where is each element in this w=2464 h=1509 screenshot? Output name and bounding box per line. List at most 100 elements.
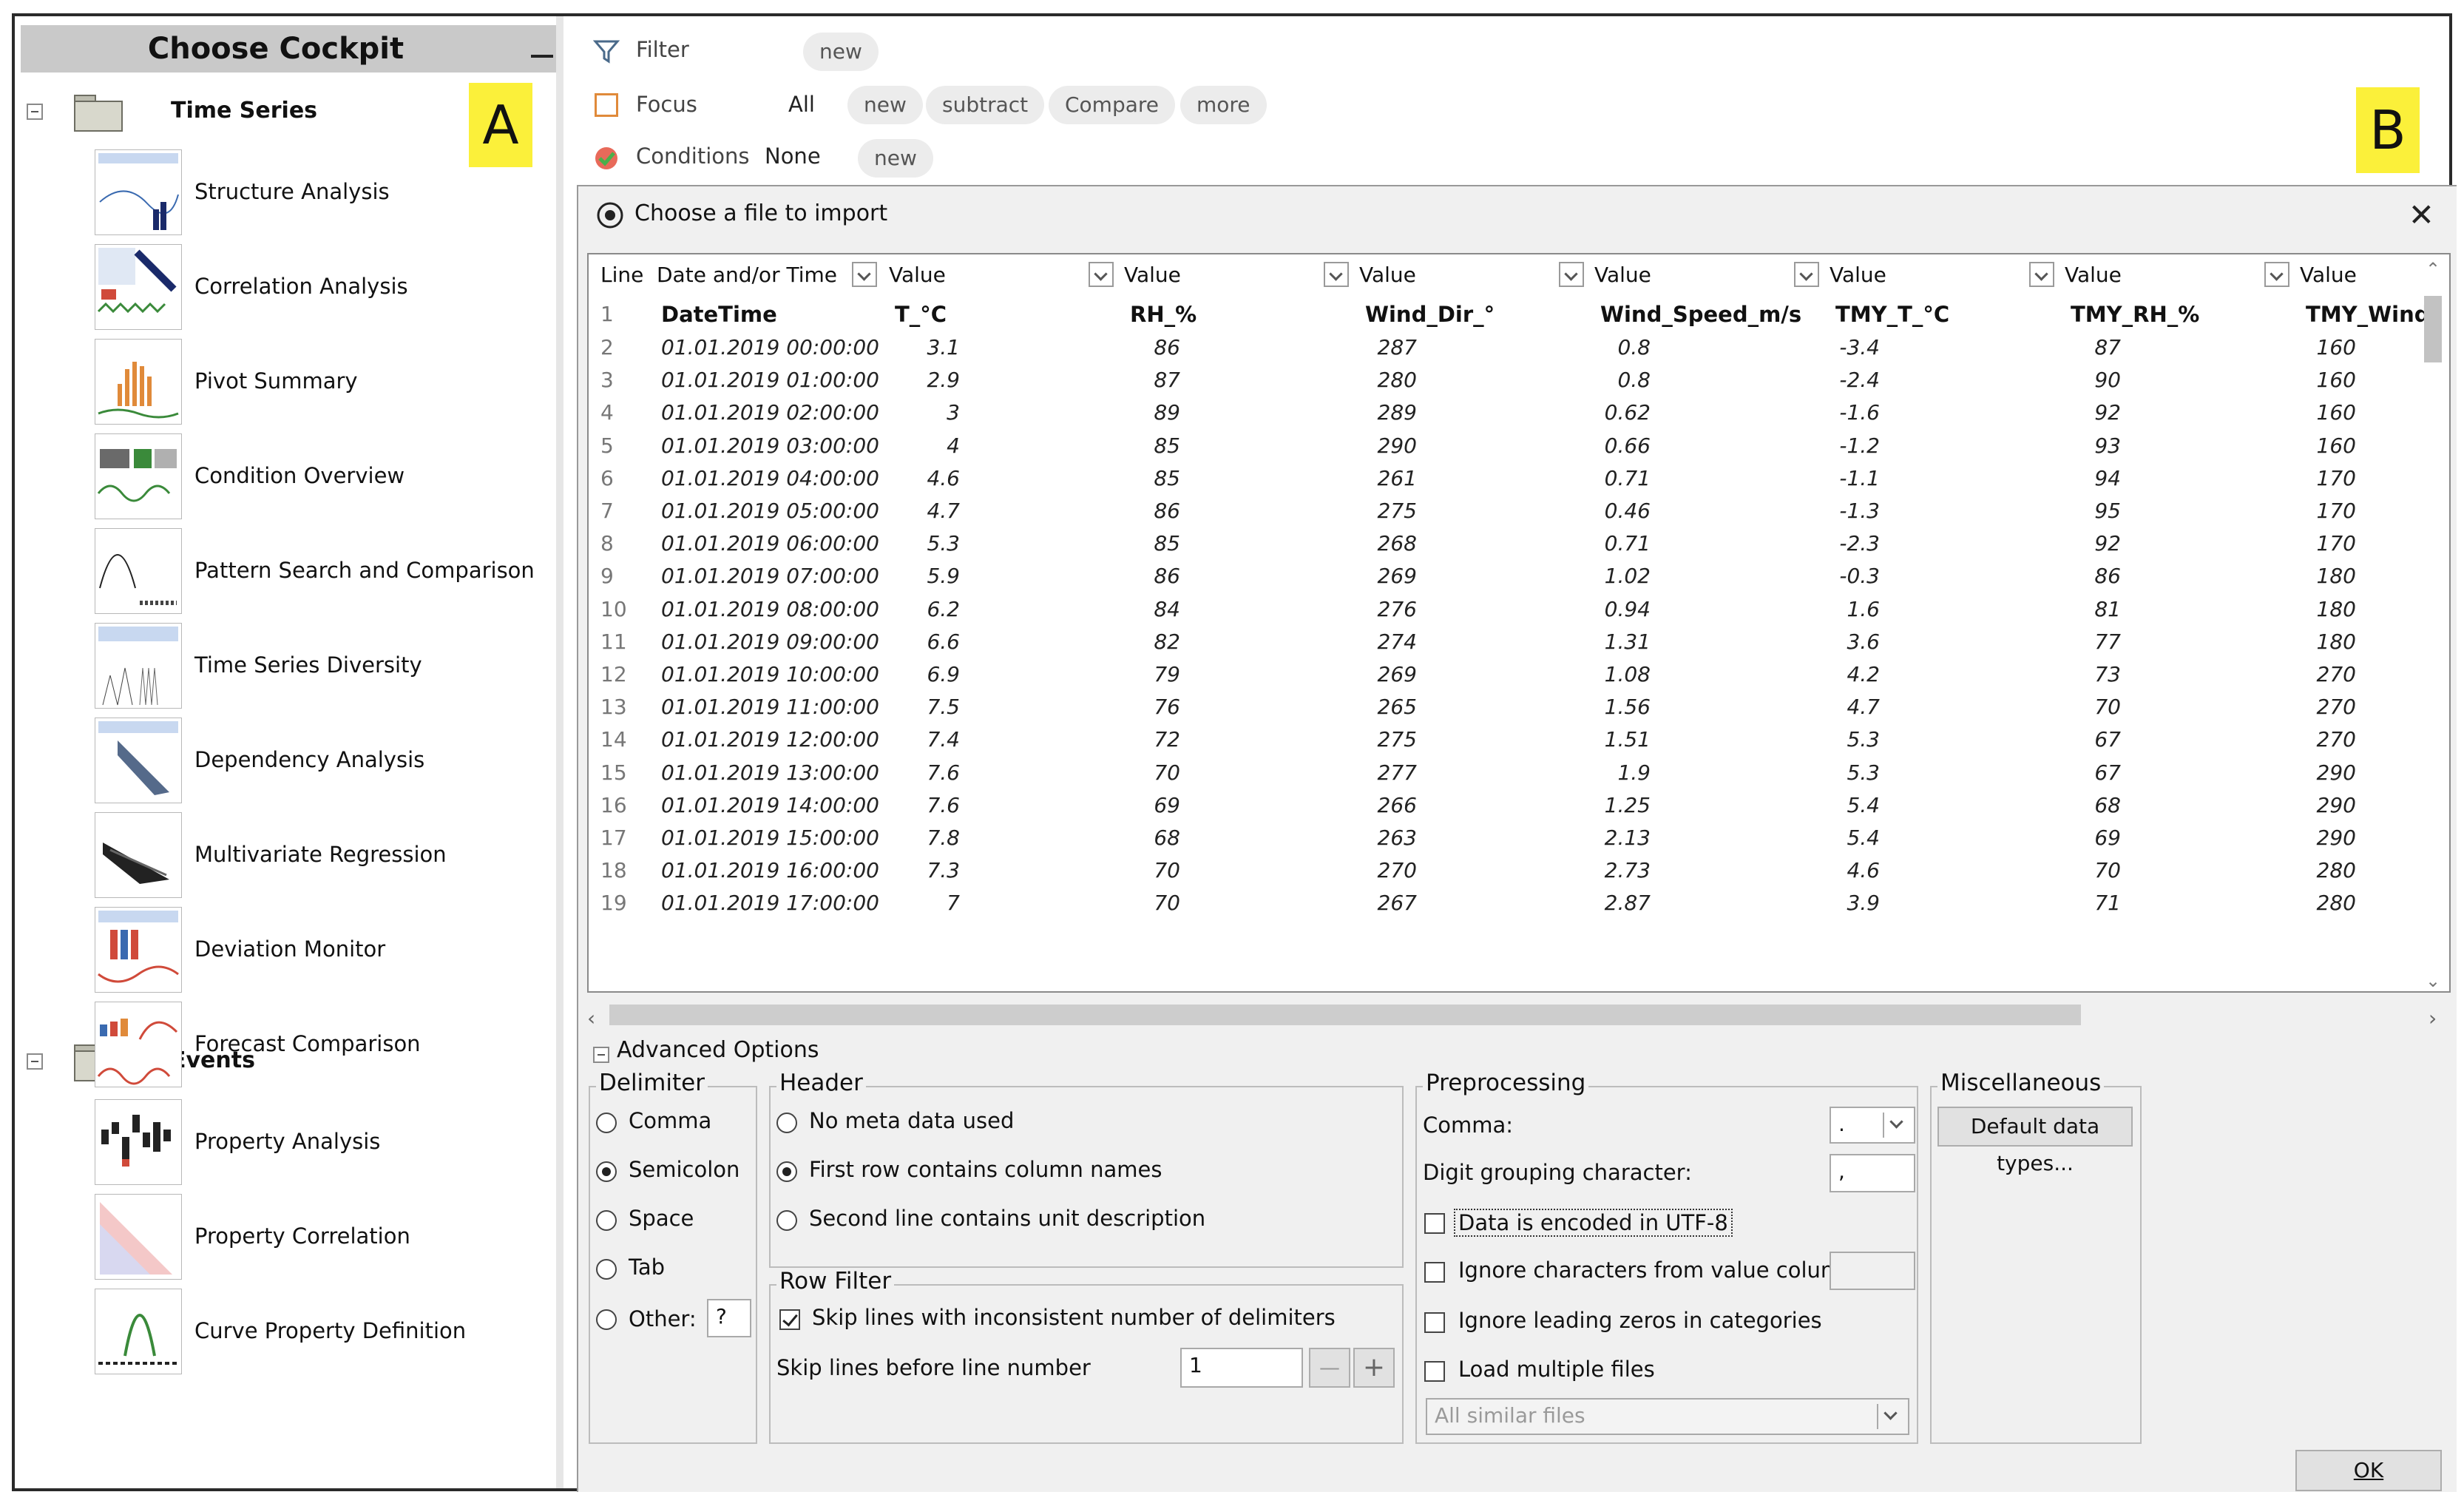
column-type-dropdown[interactable] [1794,262,1819,287]
advanced-options-toggle[interactable] [593,1047,609,1063]
value-cell[interactable]: 71 [1973,887,2121,921]
checkbox-ignore-zeros[interactable] [1424,1312,1445,1333]
column-name-cell[interactable]: TMY_T_°C [1835,297,1949,331]
value-cell[interactable]: 5.3 [812,527,960,561]
column-name-cell[interactable]: Wind_Dir_° [1365,297,1495,331]
value-cell[interactable]: 94 [1973,462,2121,496]
value-cell[interactable]: 1.9 [1503,757,1651,791]
focus-new-button[interactable]: new [847,86,923,124]
radio-comma[interactable] [596,1113,617,1133]
value-cell[interactable]: 95 [1973,495,2121,529]
value-cell[interactable]: 85 [1032,430,1180,464]
increment-button[interactable]: + [1353,1348,1395,1388]
value-cell[interactable]: 3 [812,396,960,431]
value-cell[interactable]: 70 [1032,887,1180,921]
value-cell[interactable]: 6.6 [812,626,960,660]
radio-first-row-names[interactable] [776,1161,797,1182]
checkbox-utf8[interactable] [1424,1213,1445,1234]
value-cell[interactable]: 276 [1269,593,1417,627]
value-cell[interactable]: -0.3 [1732,560,1880,594]
value-cell[interactable]: 5.4 [1732,789,1880,823]
cockpit-thumbnail[interactable] [95,149,182,235]
value-cell[interactable]: 1.56 [1503,691,1651,725]
cockpit-item-label[interactable]: Property Correlation [194,1223,410,1249]
column-name-cell[interactable]: TMY_Wind [2306,297,2429,331]
value-cell[interactable]: 68 [1032,822,1180,856]
value-cell[interactable]: 263 [1269,822,1417,856]
cockpit-item-label[interactable]: Structure Analysis [194,179,390,204]
value-cell[interactable]: 82 [1032,626,1180,660]
cockpit-item-label[interactable]: Dependency Analysis [194,747,424,772]
value-cell[interactable]: 5.3 [1732,723,1880,757]
column-type-dropdown[interactable] [2029,262,2054,287]
cockpit-thumbnail[interactable] [95,623,182,709]
value-cell[interactable]: 160 [2208,364,2356,398]
value-cell[interactable]: 3.6 [1732,626,1880,660]
value-cell[interactable]: 76 [1032,691,1180,725]
value-cell[interactable]: 160 [2208,331,2356,365]
skip-lines-input[interactable]: 1 [1180,1348,1303,1388]
cockpit-thumbnail[interactable] [95,1099,182,1185]
value-cell[interactable]: 0.94 [1503,593,1651,627]
value-cell[interactable]: 280 [2208,854,2356,888]
value-cell[interactable]: 0.8 [1503,364,1651,398]
value-cell[interactable]: 1.31 [1503,626,1651,660]
value-cell[interactable]: 70 [1032,854,1180,888]
cockpit-thumbnail[interactable] [95,812,182,898]
cockpit-thumbnail[interactable] [95,528,182,614]
value-cell[interactable]: 3.9 [1732,887,1880,921]
cockpit-thumbnail[interactable] [95,1002,182,1087]
value-cell[interactable]: -1.1 [1732,462,1880,496]
value-cell[interactable]: -1.3 [1732,495,1880,529]
value-cell[interactable]: 3.1 [812,331,960,365]
value-cell[interactable]: 0.46 [1503,495,1651,529]
ok-button[interactable]: OK [2295,1450,2442,1491]
focus-subtract-button[interactable]: subtract [926,86,1045,124]
value-cell[interactable]: 270 [2208,723,2356,757]
cockpit-item-label[interactable]: Curve Property Definition [194,1318,466,1343]
value-cell[interactable]: 180 [2208,626,2356,660]
value-cell[interactable]: 269 [1269,658,1417,692]
column-name-cell[interactable]: T_°C [895,297,947,331]
focus-compare-button[interactable]: Compare [1049,86,1176,124]
value-cell[interactable]: 5.9 [812,560,960,594]
close-icon[interactable]: ✕ [2409,197,2434,233]
value-cell[interactable]: 2.9 [812,364,960,398]
cockpit-item-label[interactable]: Multivariate Regression [194,842,447,867]
vertical-scrollbar[interactable]: ⌃ ⌄ [2421,259,2445,991]
cockpit-thumbnail[interactable] [95,1289,182,1374]
value-cell[interactable]: 86 [1973,560,2121,594]
value-cell[interactable]: 7.4 [812,723,960,757]
checkbox-ignore-chars[interactable] [1424,1262,1445,1283]
value-cell[interactable]: 265 [1269,691,1417,725]
radio-other[interactable] [596,1309,617,1330]
value-cell[interactable]: 266 [1269,789,1417,823]
value-cell[interactable]: 170 [2208,462,2356,496]
value-cell[interactable]: -1.2 [1732,430,1880,464]
value-cell[interactable]: 1.02 [1503,560,1651,594]
ignore-chars-input[interactable] [1830,1252,1915,1290]
value-cell[interactable]: 160 [2208,396,2356,431]
value-cell[interactable]: 280 [1269,364,1417,398]
value-cell[interactable]: 6.2 [812,593,960,627]
value-cell[interactable]: 4.6 [812,462,960,496]
value-cell[interactable]: 289 [1269,396,1417,431]
similar-files-select[interactable]: All similar files [1426,1398,1909,1435]
default-data-types-button[interactable]: Default data types... [1937,1107,2133,1175]
value-cell[interactable]: 270 [2208,691,2356,725]
value-cell[interactable]: 85 [1032,462,1180,496]
value-cell[interactable]: 92 [1973,527,2121,561]
conditions-new-button[interactable]: new [858,139,933,178]
value-cell[interactable]: 290 [2208,822,2356,856]
filter-new-button[interactable]: new [803,33,879,71]
column-type-dropdown[interactable] [2264,262,2289,287]
cockpit-item-label[interactable]: Pattern Search and Comparison [194,558,535,583]
cockpit-thumbnail[interactable] [95,718,182,803]
cockpit-thumbnail[interactable] [95,244,182,330]
value-cell[interactable]: 0.8 [1503,331,1651,365]
value-cell[interactable]: 277 [1269,757,1417,791]
value-cell[interactable]: 93 [1973,430,2121,464]
value-cell[interactable]: 87 [1032,364,1180,398]
other-delimiter-input[interactable]: ? [707,1299,751,1337]
value-cell[interactable]: 270 [2208,658,2356,692]
